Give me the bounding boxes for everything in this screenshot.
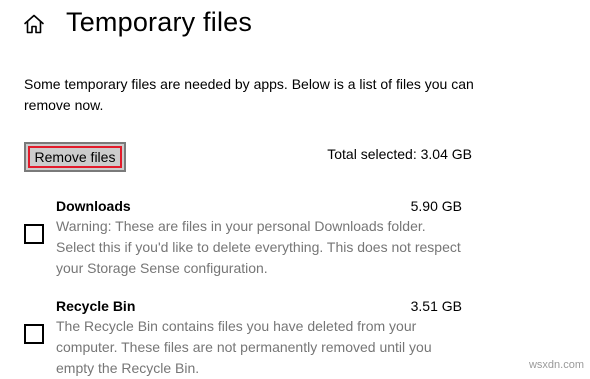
remove-files-button[interactable]: Remove files	[24, 142, 126, 172]
page-title: Temporary files	[66, 7, 253, 37]
recycle-bin-checkbox[interactable]	[24, 324, 44, 344]
item-name: Recycle Bin	[56, 298, 136, 314]
remove-files-label: Remove files	[28, 146, 122, 168]
intro-text: Some temporary files are needed by apps.…	[24, 76, 474, 113]
item-size: 3.51 GB	[410, 298, 462, 314]
watermark: wsxdn.com	[528, 359, 584, 371]
total-selected: Total selected: 3.04 GB	[327, 146, 472, 162]
item-name: Downloads	[56, 198, 131, 214]
item-size: 5.90 GB	[410, 198, 462, 214]
downloads-checkbox[interactable]	[24, 224, 44, 244]
home-icon[interactable]	[22, 12, 46, 36]
item-description: The Recycle Bin contains files you have …	[56, 318, 432, 376]
item-description: Warning: These are files in your persona…	[56, 218, 461, 276]
